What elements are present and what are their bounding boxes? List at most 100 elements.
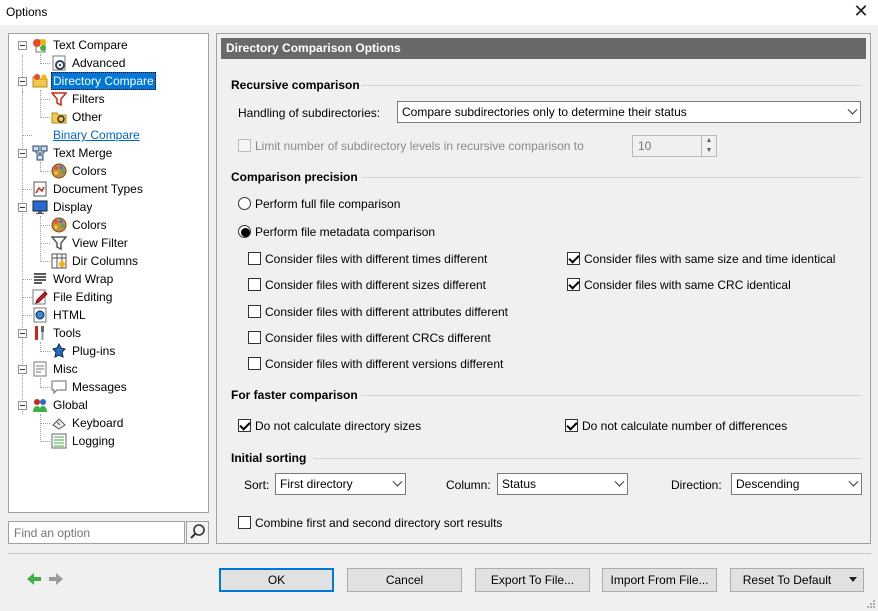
separator [361,85,861,86]
collapse-toggle[interactable] [18,41,27,50]
section-recursive-comparison: Recursive comparison [231,78,360,92]
button-bar: OK Cancel Export To File... Import From … [8,553,871,603]
checkbox-box [238,419,251,432]
tree-connector [22,279,32,280]
tree-connector [40,441,50,442]
column-value: Status [502,477,537,491]
cancel-button[interactable]: Cancel [347,568,462,592]
checkbox-box [567,278,580,291]
sort-value: First directory [280,477,353,491]
html-icon [33,307,47,323]
separator [361,395,861,396]
separator [361,177,861,178]
checkbox-box [248,305,261,318]
checkbox-box [248,331,261,344]
misc-icon [33,361,47,377]
chevron-down-icon [392,476,403,487]
column-select[interactable]: Status [497,473,628,495]
tree-connector [40,351,50,352]
search-input[interactable] [8,521,185,544]
limit-levels-value: 10 [638,139,652,153]
merge-icon [32,145,48,161]
collapse-toggle[interactable] [18,77,27,86]
tree-connector [22,135,32,136]
tree-connector [40,225,50,226]
section-initial-sorting: Initial sorting [231,451,307,465]
tree-connector [40,63,50,64]
sort-select[interactable]: First directory [275,473,406,495]
pencil-icon [32,289,48,305]
collapse-toggle[interactable] [18,365,27,374]
search-button[interactable] [186,521,209,544]
chevron-down-icon[interactable] [843,569,863,591]
search-icon [190,524,205,539]
back-arrow-icon[interactable] [26,571,42,587]
tree-connector [22,297,32,298]
tree-connector [40,90,41,118]
window-title: Options [6,5,48,19]
sort-label: Sort: [244,478,270,492]
export-button[interactable]: Export To File... [475,568,590,592]
column-label: Column: [446,478,491,492]
tree-connector [40,261,50,262]
collapse-toggle[interactable] [18,149,27,158]
panel-title: Directory Comparison Options [221,38,866,59]
section-comparison-precision: Comparison precision [231,170,358,184]
direction-value: Descending [736,477,800,491]
checkbox-box [238,139,251,152]
direction-select[interactable]: Descending [731,473,862,495]
tree-connector [22,55,23,93]
resize-grip-icon[interactable] [866,599,876,609]
forward-arrow-icon[interactable] [48,571,64,587]
checkbox-box [567,252,580,265]
options-panel: Directory Comparison Options Recursive c… [216,33,871,544]
chevron-down-icon [614,476,625,487]
tree-connector [40,414,41,442]
ok-button[interactable]: OK [219,568,334,592]
options-tree[interactable]: Text Compare Advanced Directory Compare … [8,33,209,513]
direction-label: Direction: [671,478,722,492]
monitor-icon [32,200,48,214]
palette-icon [51,217,67,233]
chevron-down-icon [848,476,859,487]
section-faster-comparison: For faster comparison [231,388,358,402]
filter-icon [51,236,67,251]
users-icon [33,399,47,412]
close-icon[interactable]: ✕ [844,0,878,25]
tree-connector [22,189,32,190]
spinner-arrows-icon[interactable]: ▲ ▼ [701,136,716,156]
folder-compare-icon [32,74,48,88]
log-icon [51,433,67,449]
reset-button[interactable]: Reset To Default [730,568,864,592]
folder-gear-icon [51,112,67,124]
subdirectories-label: Handling of subdirectories: [238,106,381,120]
chevron-down-icon [847,104,858,115]
tree-connector [40,117,50,118]
subdirectories-select[interactable]: Compare subdirectories only to determine… [397,101,861,123]
tree-connector [40,171,50,172]
tree-connector [40,216,41,262]
tree-connector [40,99,50,100]
columns-icon [51,253,67,269]
tree-connector [40,387,50,388]
palette-icon [51,163,67,179]
import-button[interactable]: Import From File... [602,568,717,592]
radio-circle [238,197,251,210]
collapse-toggle[interactable] [18,401,27,410]
collapse-toggle[interactable] [18,329,27,338]
checkbox-box [238,516,251,529]
filter-icon [51,92,67,107]
plugin-icon [52,343,66,358]
message-icon [51,380,67,395]
checkbox-box [248,357,261,370]
text-compare-icon [33,39,46,53]
tree-connector [40,243,50,244]
collapse-toggle[interactable] [18,203,27,212]
gear-icon [52,55,66,71]
keyboard-icon [52,418,66,430]
limit-levels-spinner[interactable]: 10 ▲ ▼ [632,135,717,157]
checkbox-box [248,278,261,291]
reset-button-label: Reset To Default [742,573,832,587]
checkbox-box [248,252,261,265]
tools-icon [35,326,44,340]
